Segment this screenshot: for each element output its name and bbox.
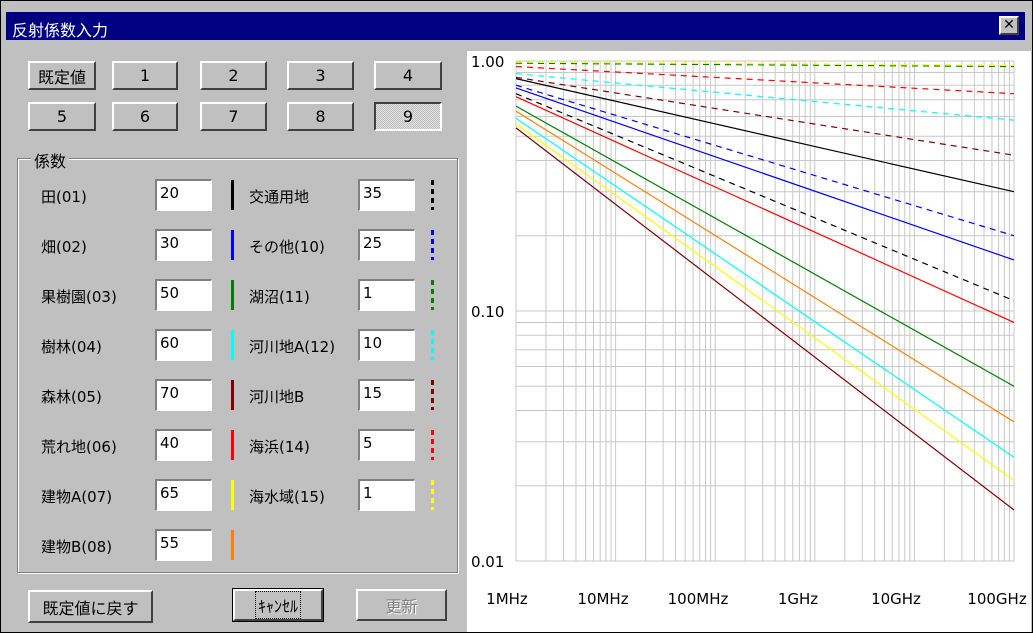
coef-label-left-4: 森林(05) (41, 388, 102, 406)
coef-input-left-6[interactable]: 65 (155, 479, 212, 511)
line-dash-swatch (431, 180, 434, 210)
series-line-0 (515, 78, 1015, 193)
line-dash-swatch (431, 280, 434, 310)
line-dash-swatch (431, 430, 434, 460)
series-line-4 (515, 127, 1015, 511)
cancel-button[interactable]: ｷｬﾝｾﾙ (232, 588, 324, 622)
coef-input-right-4[interactable]: 15 (358, 379, 415, 411)
x-tick-label: 100GHz (967, 590, 1027, 608)
series-line-5 (515, 96, 1015, 323)
line-color-swatch (231, 230, 234, 260)
coef-input-left-7[interactable]: 55 (155, 529, 212, 561)
reset-default-button[interactable]: 既定値に戻す (28, 590, 153, 623)
series-line-1 (515, 87, 1015, 261)
preset-2-button[interactable]: 2 (200, 61, 267, 90)
line-color-swatch (231, 180, 234, 210)
series-line-3 (515, 117, 1015, 458)
reflection-chart: 1.00 0.10 0.01 1MHz 10MHz 100MHz 1GHz 10GHz 100G… (467, 51, 1031, 632)
preset-3-button[interactable]: 3 (287, 61, 354, 90)
x-tick-label: 10MHz (577, 590, 628, 608)
preset-4-button[interactable]: 4 (374, 61, 442, 90)
line-color-swatch (231, 480, 234, 510)
series-line-6 (515, 123, 1015, 481)
coef-input-left-1[interactable]: 30 (155, 229, 212, 261)
coef-label-right-0: 交通用地 (249, 188, 310, 206)
coef-label-left-3: 樹林(04) (41, 338, 102, 356)
coef-input-left-0[interactable]: 20 (155, 179, 212, 211)
coef-label-left-6: 建物A(07) (41, 488, 113, 506)
line-color-swatch (231, 280, 234, 310)
x-tick-label: 100MHz (668, 590, 729, 608)
coef-label-right-6: 海水域(15) (249, 488, 325, 506)
series-line-7 (515, 110, 1015, 423)
coef-input-right-1[interactable]: 25 (358, 229, 415, 261)
line-dash-swatch (431, 480, 434, 510)
line-color-swatch (231, 430, 234, 460)
coef-label-right-5: 海浜(14) (249, 438, 310, 456)
line-color-swatch (231, 380, 234, 410)
line-dash-swatch (431, 380, 434, 410)
series-line-14 (515, 61, 1015, 67)
coef-label-left-2: 果樹園(03) (41, 288, 117, 306)
reflection-chart-svg: 1.00 0.10 0.01 1MHz 10MHz 100MHz 1GHz 10GHz 100G… (471, 53, 1027, 608)
preset-default-button[interactable]: 既定値 (28, 61, 96, 90)
coef-label-right-4: 河川地B (249, 388, 305, 406)
y-tick-label: 0.01 (471, 553, 504, 571)
coef-label-left-0: 田(01) (41, 188, 87, 206)
close-icon: ✕ (1003, 17, 1015, 33)
window-title: 反射係数入力 (12, 21, 109, 40)
close-button[interactable]: ✕ (999, 16, 1019, 35)
preset-8-button[interactable]: 8 (287, 102, 354, 131)
preset-5-button[interactable]: 5 (28, 102, 96, 131)
y-tick-label: 1.00 (471, 53, 504, 71)
coef-input-left-2[interactable]: 50 (155, 279, 212, 311)
coef-input-right-3[interactable]: 10 (358, 329, 415, 361)
dialog-window: 反射係数入力 ✕ 既定値 1 2 3 4 5 6 7 8 9 係数 田(01) … (0, 0, 1033, 633)
coef-label-right-1: その他(10) (249, 238, 325, 256)
cancel-button-label: ｷｬﾝｾﾙ (254, 591, 301, 619)
coef-input-left-3[interactable]: 60 (155, 329, 212, 361)
series-line-2 (515, 105, 1015, 387)
coefficient-group-label: 係数 (31, 148, 70, 172)
title-bar: 反射係数入力 ✕ (6, 12, 1025, 40)
coef-input-right-5[interactable]: 5 (358, 429, 415, 461)
preset-9-button[interactable]: 9 (374, 102, 442, 131)
x-tick-label: 10GHz (871, 590, 921, 608)
coef-input-left-5[interactable]: 40 (155, 429, 212, 461)
preset-1-button[interactable]: 1 (112, 61, 178, 90)
line-color-swatch (231, 530, 234, 560)
coef-input-right-6[interactable]: 1 (358, 479, 415, 511)
y-tick-label: 0.10 (471, 303, 504, 321)
update-button[interactable]: 更新 (356, 589, 447, 621)
coef-input-right-2[interactable]: 1 (358, 279, 415, 311)
coef-label-left-7: 建物B(08) (41, 538, 113, 556)
x-tick-label: 1MHz (486, 590, 528, 608)
line-dash-swatch (431, 330, 434, 360)
line-color-swatch (231, 330, 234, 360)
series-line-8 (515, 93, 1015, 302)
coef-label-right-3: 河川地A(12) (249, 338, 336, 356)
coef-label-left-1: 畑(02) (41, 238, 87, 256)
preset-6-button[interactable]: 6 (112, 102, 178, 131)
line-dash-swatch (431, 230, 434, 260)
coef-input-left-4[interactable]: 70 (155, 379, 212, 411)
coef-label-left-5: 荒れ地(06) (41, 438, 117, 456)
coef-input-right-0[interactable]: 35 (358, 179, 415, 211)
x-tick-label: 1GHz (778, 590, 818, 608)
series-line-13 (515, 65, 1015, 95)
preset-7-button[interactable]: 7 (200, 102, 267, 131)
coef-label-right-2: 湖沼(11) (249, 288, 310, 306)
